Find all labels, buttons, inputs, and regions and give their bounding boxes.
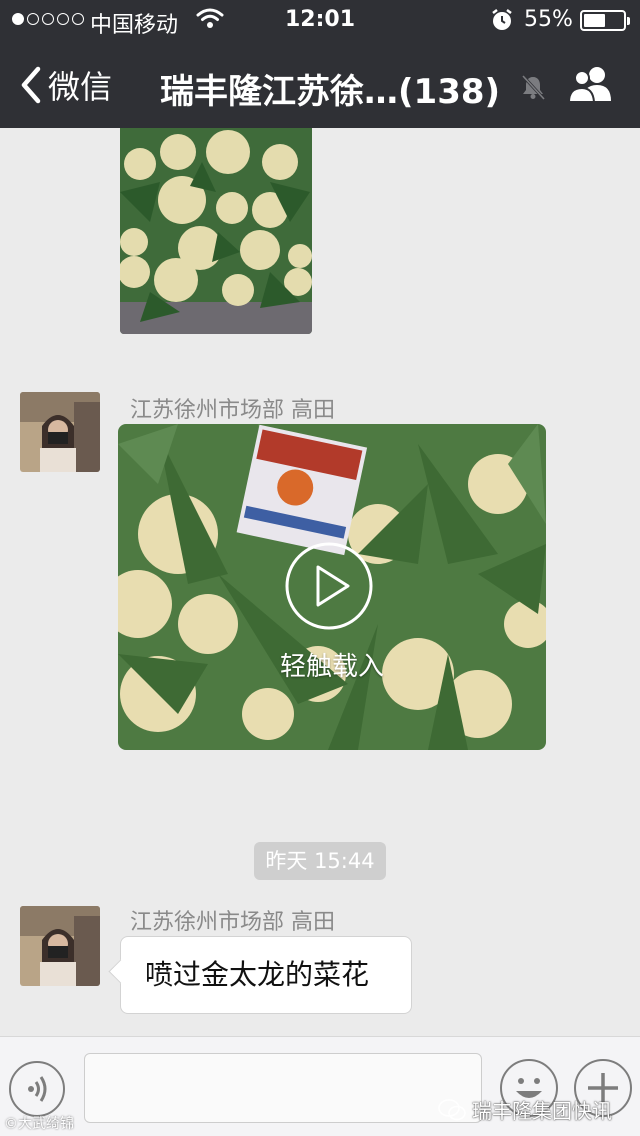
battery-percent: 55%	[524, 7, 573, 32]
battery-nub	[627, 17, 630, 25]
back-button[interactable]: 微信	[18, 62, 112, 108]
nav-bar: 微信 瑞丰隆江苏徐…(138)	[0, 40, 640, 128]
cauliflower-photo[interactable]	[120, 128, 312, 334]
tap-to-load-label: 轻触载入	[279, 652, 384, 682]
watermark: 瑞丰隆集团快讯	[438, 1095, 612, 1124]
input-bar: 瑞丰隆集团快讯 ©大武绮锦	[0, 1036, 640, 1136]
chat-title: 瑞丰隆江苏徐…(138)	[160, 72, 501, 112]
alarm-icon	[492, 9, 512, 30]
voice-icon	[28, 1076, 47, 1102]
video-message[interactable]: 轻触载入	[118, 424, 546, 750]
voice-button[interactable]	[9, 1061, 65, 1117]
mute-bell-icon	[521, 74, 546, 100]
sender-name: 江苏徐州市场部 高田	[130, 910, 335, 935]
play-icon	[285, 542, 373, 630]
status-bar: 中国移动 12:01 55%	[0, 0, 640, 40]
message-input[interactable]	[84, 1053, 482, 1123]
chat-area[interactable]: 江苏徐州市场部 高田 轻触载入 昨天 15:44 江苏徐州市场部 高田 喷过金太…	[0, 128, 640, 1036]
watermark-text: 瑞丰隆集团快讯	[472, 1099, 612, 1123]
avatar[interactable]	[20, 392, 100, 472]
battery-icon	[580, 10, 630, 31]
timestamp-pill: 昨天 15:44	[254, 842, 386, 880]
sender-name: 江苏徐州市场部 高田	[130, 398, 335, 423]
battery-fill	[584, 14, 605, 27]
avatar-image	[20, 392, 100, 472]
group-members-icon[interactable]	[566, 64, 616, 104]
back-label: 微信	[48, 68, 113, 106]
chevron-left-icon	[21, 66, 41, 104]
text-message-bubble[interactable]: 喷过金太龙的菜花	[120, 936, 412, 1014]
cauliflower-photo-image	[120, 128, 312, 334]
avatar[interactable]	[20, 906, 100, 986]
watermark-left-text: ©大武绮锦	[4, 1116, 74, 1132]
avatar-image	[20, 906, 100, 986]
wechat-logo-icon	[438, 1098, 466, 1120]
header: 中国移动 12:01 55% 微信 瑞丰隆江苏徐…(138)	[0, 0, 640, 128]
